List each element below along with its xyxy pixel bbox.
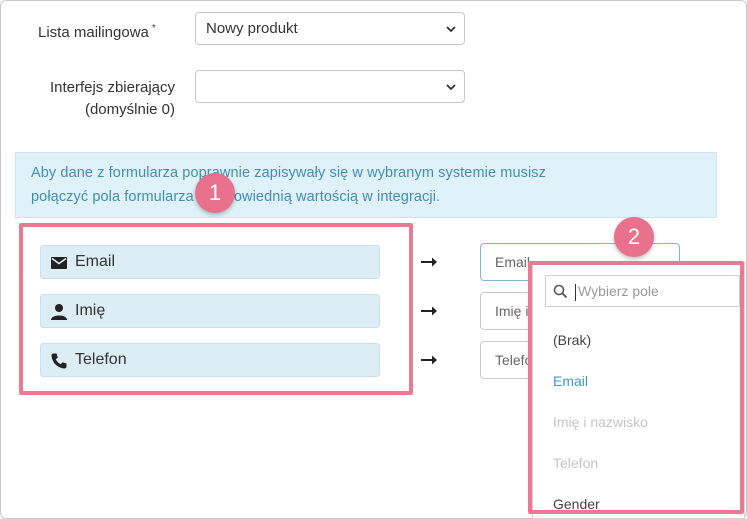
step-badge-1: 1 — [195, 173, 235, 213]
highlight-box-1 — [19, 223, 413, 395]
collector-label-line2: (domyślnie 0) — [84, 101, 175, 118]
arrow-right-icon — [421, 355, 437, 365]
collector-select[interactable] — [195, 70, 465, 103]
mailing-list-select[interactable]: Nowy produkt — [195, 12, 465, 45]
arrow-right-icon — [421, 257, 437, 267]
required-mark: * — [151, 23, 156, 34]
collector-label: Interfejs zbierający (domyślnie 0) — [20, 77, 175, 121]
highlight-box-2 — [528, 261, 744, 514]
mailing-list-value: Nowy produkt — [206, 20, 298, 37]
mailing-list-label: Lista mailingowa * — [38, 18, 178, 44]
step-badge-2: 2 — [614, 217, 654, 257]
chevron-down-icon — [446, 84, 456, 91]
info-alert: Aby dane z formularza poprawnie zapisywa… — [15, 152, 717, 218]
mailing-list-label-text: Lista mailingowa — [38, 24, 149, 41]
alert-line1: Aby dane z formularza poprawnie zapisywa… — [31, 165, 546, 181]
chevron-down-icon — [446, 26, 456, 33]
arrow-right-icon — [421, 306, 437, 316]
collector-label-line1: Interfejs zbierający — [49, 79, 175, 96]
mapping-select-email-value: Email — [495, 254, 531, 270]
alert-line2: połączyć pola formularza z odpowiednią w… — [31, 189, 441, 205]
